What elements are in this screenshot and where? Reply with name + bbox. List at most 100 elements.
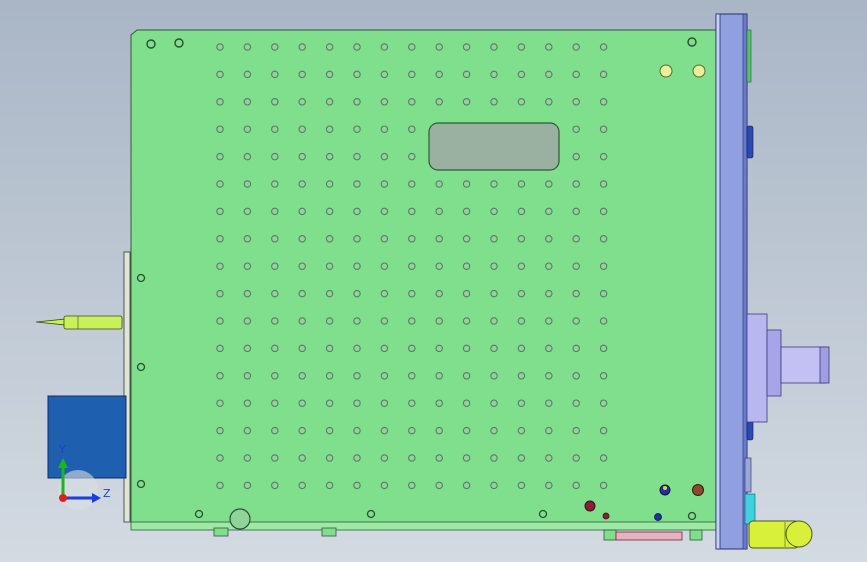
perforation-hole <box>325 426 334 435</box>
perforation-hole <box>271 317 279 325</box>
perforation-hole <box>243 70 252 79</box>
perforation-hole <box>545 289 553 298</box>
perforation-hole <box>325 317 334 325</box>
perforation-hole <box>462 481 471 490</box>
bottom-ribbon-connector[interactable] <box>615 531 683 541</box>
component-red[interactable] <box>584 500 596 512</box>
perforation-hole <box>380 372 389 380</box>
perforation-hole <box>490 43 498 51</box>
bottom-large-hole[interactable] <box>229 508 251 530</box>
triad-z-label: Z <box>103 487 111 500</box>
panel-tab-lower <box>744 457 752 493</box>
led-2[interactable] <box>692 64 706 78</box>
perforation-hole <box>216 426 224 435</box>
perforation-hole <box>271 262 279 270</box>
perforation-hole <box>599 317 608 325</box>
perforation-hole <box>599 125 608 133</box>
perforation-hole <box>490 399 498 407</box>
perforation-hole <box>599 399 608 407</box>
perforation-hole <box>545 43 553 51</box>
perforation-hole <box>243 207 252 216</box>
perforation-hole <box>243 289 252 298</box>
perforation-hole <box>325 235 334 243</box>
bottom-connector-3[interactable] <box>603 529 617 541</box>
perforation-hole <box>298 262 306 270</box>
perforation-hole <box>462 426 471 435</box>
component-small-blue[interactable] <box>654 513 662 521</box>
perforation-hole <box>380 481 389 490</box>
panel-cyan-part <box>744 493 756 525</box>
perforation-hole <box>517 262 526 270</box>
perforation-hole <box>380 70 389 79</box>
perforation-hole <box>243 180 252 188</box>
perforation-hole <box>380 344 389 353</box>
perforation-hole <box>545 344 553 353</box>
perforation-hole <box>298 481 306 490</box>
perforation-hole <box>216 372 224 380</box>
perforation-hole <box>408 454 416 462</box>
perforation-hole <box>408 43 416 51</box>
bottom-connector-1[interactable] <box>213 527 229 537</box>
perforation-hole <box>243 481 252 490</box>
perforation-hole <box>545 207 553 216</box>
perforation-hole <box>353 372 361 380</box>
perforation-hole <box>517 289 526 298</box>
perforation-hole <box>408 481 416 490</box>
perforation-hole <box>216 344 224 353</box>
perforation-hole <box>216 399 224 407</box>
perforation-hole <box>517 481 526 490</box>
perforation-hole <box>353 180 361 188</box>
perforation-hole <box>545 180 553 188</box>
perforation-hole <box>517 70 526 79</box>
perforation-hole <box>545 98 553 106</box>
perforation-hole <box>435 180 443 188</box>
cad-model-view[interactable] <box>0 0 867 562</box>
perforation-hole <box>353 98 361 106</box>
perforation-hole <box>462 43 471 51</box>
perforation-hole <box>545 70 553 79</box>
front-panel[interactable] <box>715 13 748 550</box>
perforation-hole <box>572 426 580 435</box>
perforation-hole <box>271 235 279 243</box>
perforation-hole <box>243 344 252 353</box>
perforation-hole <box>572 98 580 106</box>
perforation-hole <box>325 98 334 106</box>
perforation-hole <box>380 180 389 188</box>
bottom-connector-2[interactable] <box>321 527 337 537</box>
bottom-connector-4[interactable] <box>689 529 703 541</box>
component-small-red[interactable] <box>602 512 610 520</box>
perforation-hole <box>408 344 416 353</box>
perforation-hole <box>325 454 334 462</box>
perforation-hole <box>599 289 608 298</box>
perforation-hole <box>298 70 306 79</box>
perforation-hole <box>216 98 224 106</box>
perforation-hole <box>599 262 608 270</box>
perforation-hole <box>462 70 471 79</box>
perforation-hole <box>435 43 443 51</box>
perforation-hole <box>572 344 580 353</box>
perforation-hole <box>490 70 498 79</box>
perforation-hole <box>599 426 608 435</box>
cad-viewport[interactable]: Y Z <box>0 0 867 562</box>
perforation-hole <box>243 317 252 325</box>
perforation-hole <box>380 399 389 407</box>
perforation-hole <box>545 454 553 462</box>
perforation-hole <box>243 152 252 161</box>
perforation-hole <box>380 289 389 298</box>
perforation-hole <box>216 180 224 188</box>
left-bracket[interactable] <box>123 251 131 523</box>
component-brown[interactable] <box>692 484 704 496</box>
yellow-knob[interactable] <box>748 520 813 549</box>
shaft-assembly[interactable] <box>746 313 830 423</box>
perforation-hole <box>325 180 334 188</box>
perforation-hole <box>408 372 416 380</box>
perforation-hole <box>435 399 443 407</box>
perforation-hole <box>271 372 279 380</box>
perforation-hole <box>545 426 553 435</box>
perforation-hole <box>325 70 334 79</box>
left-pin[interactable] <box>35 315 123 330</box>
perforation-hole <box>462 262 471 270</box>
perforation-hole <box>325 481 334 490</box>
led-1[interactable] <box>659 64 673 78</box>
window-cutout[interactable] <box>428 122 560 171</box>
